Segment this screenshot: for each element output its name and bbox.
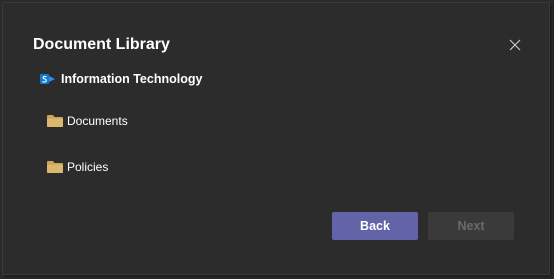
sharepoint-icon bbox=[40, 74, 55, 84]
folder-item-policies[interactable]: Policies bbox=[46, 157, 108, 177]
back-button[interactable]: Back bbox=[332, 212, 418, 240]
close-icon[interactable] bbox=[508, 38, 522, 52]
site-item[interactable]: Information Technology bbox=[40, 69, 202, 89]
folder-label: Policies bbox=[67, 160, 109, 174]
folder-icon bbox=[47, 115, 63, 127]
folder-item-documents[interactable]: Documents bbox=[46, 111, 128, 131]
next-button[interactable]: Next bbox=[428, 212, 514, 240]
site-name: Information Technology bbox=[61, 72, 203, 86]
document-library-dialog: Document Library Information Technology … bbox=[2, 2, 550, 275]
dialog-title: Document Library bbox=[33, 36, 170, 53]
folder-label: Documents bbox=[67, 114, 128, 128]
folder-icon bbox=[47, 161, 63, 173]
